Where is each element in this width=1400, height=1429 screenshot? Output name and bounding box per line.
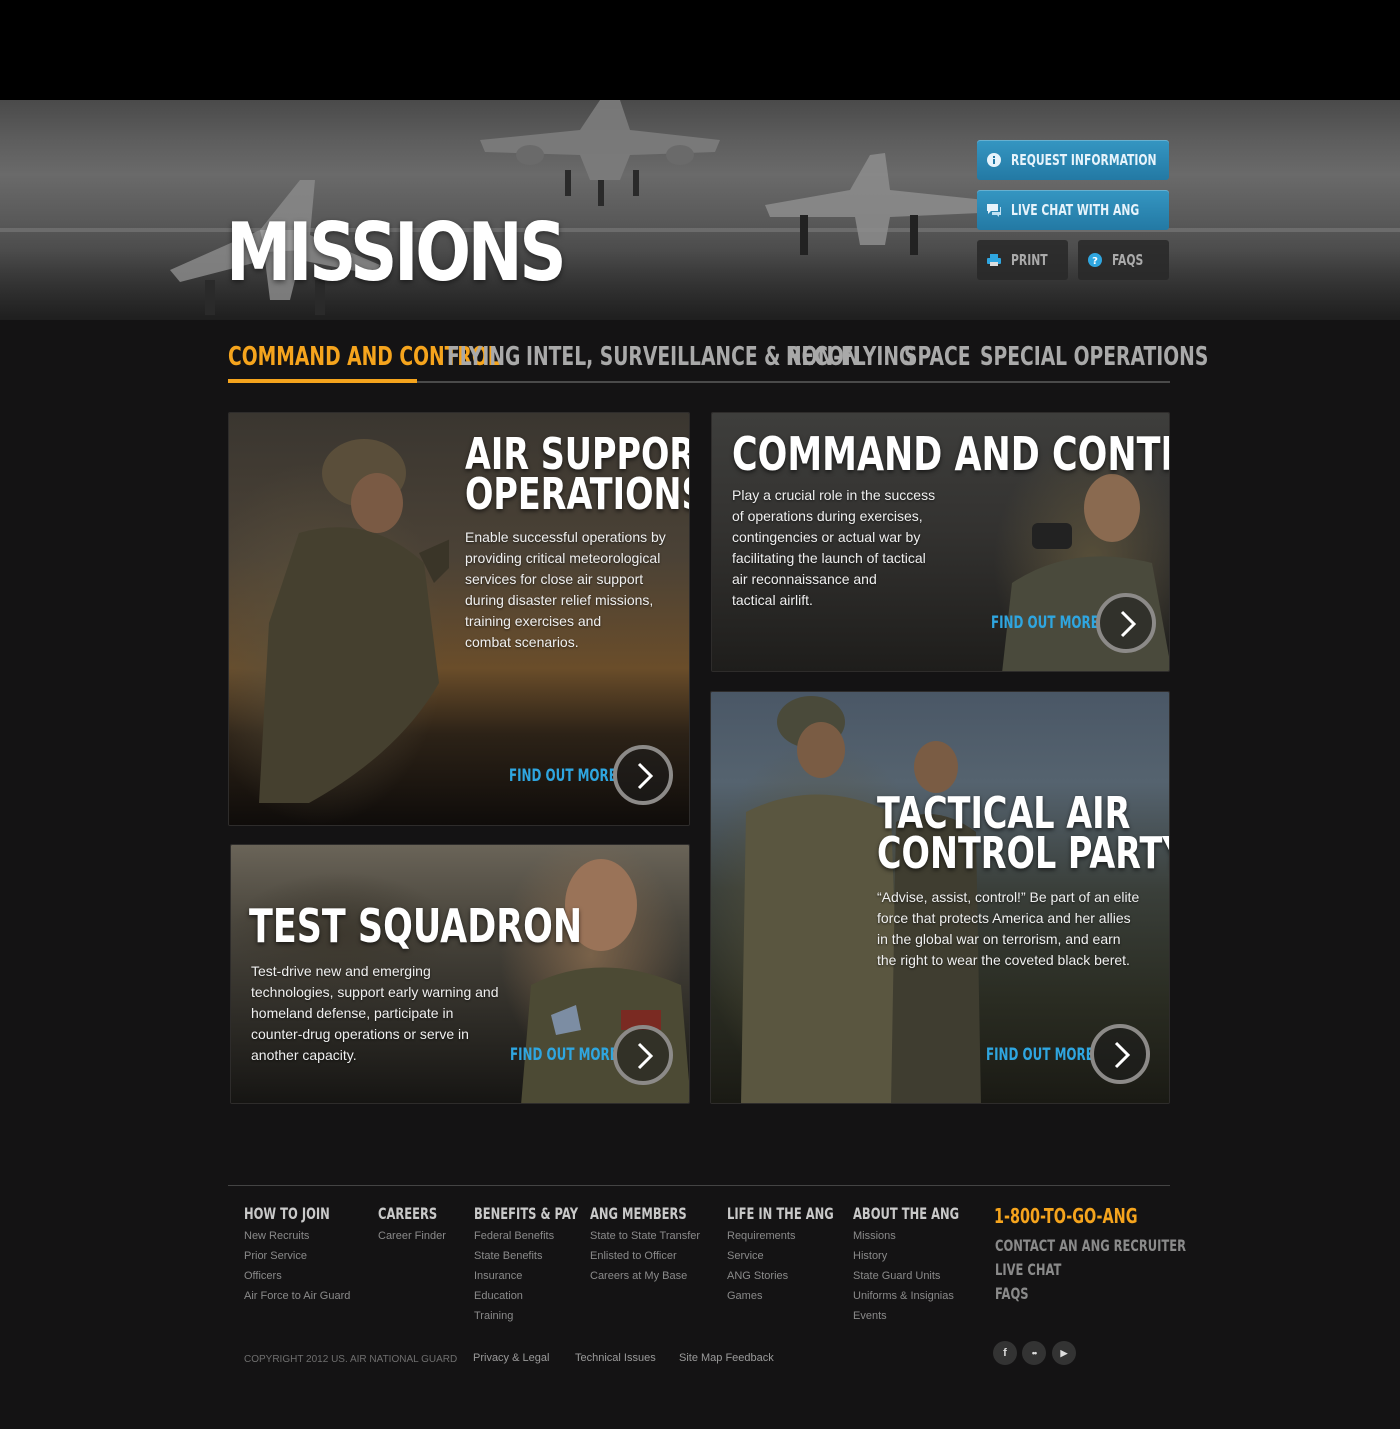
active-tab-indicator: [228, 379, 417, 383]
find-out-more-link[interactable]: FIND OUT MORE: [991, 613, 1099, 633]
footer-heading[interactable]: ABOUT THE ANG: [853, 1204, 959, 1226]
footer-heading[interactable]: HOW TO JOIN: [244, 1204, 330, 1226]
footer-link[interactable]: Prior Service: [244, 1246, 363, 1266]
card-description: Play a crucial role in the success of op…: [732, 487, 936, 608]
chevron-right-icon: [1120, 610, 1137, 638]
footer-link[interactable]: Missions: [853, 1226, 1000, 1246]
facebook-icon[interactable]: f: [993, 1341, 1017, 1365]
footer-heading[interactable]: ANG MEMBERS: [590, 1204, 687, 1226]
tab-non-flying[interactable]: NON-FLYING: [786, 342, 914, 372]
next-arrow-button[interactable]: [1096, 593, 1156, 653]
footer: HOW TO JOIN New Recruits Prior Service O…: [228, 1185, 1186, 1365]
faqs-link[interactable]: FAQS: [995, 1284, 1029, 1303]
card-description: Enable successful operations by providin…: [465, 529, 666, 650]
fighter-jet-image-right: [765, 153, 985, 255]
footer-col-how-to-join: HOW TO JOIN New Recruits Prior Service O…: [244, 1204, 363, 1306]
footer-link[interactable]: History: [853, 1246, 1000, 1266]
hero-banner: MISSIONS REQUEST INFORMATION LIVE CHAT W…: [0, 100, 1400, 320]
request-information-button[interactable]: REQUEST INFORMATION: [977, 140, 1169, 180]
footer-link[interactable]: Events: [853, 1306, 1000, 1326]
footer-link[interactable]: Education: [474, 1286, 619, 1306]
faqs-button[interactable]: ? FAQS: [1078, 240, 1169, 280]
chevron-right-icon: [637, 1042, 654, 1070]
flickr-icon[interactable]: ••: [1022, 1341, 1046, 1365]
card-title-line2: OPERATIONS: [465, 469, 690, 520]
card-tactical-air-control-party: TACTICAL AIR CONTROL PARTY “Advise, assi…: [710, 691, 1170, 1104]
next-arrow-button[interactable]: [613, 745, 673, 805]
print-button[interactable]: PRINT: [977, 240, 1068, 280]
chat-bubble-icon: [987, 204, 1001, 217]
next-arrow-button[interactable]: [613, 1025, 673, 1085]
live-chat-link[interactable]: LIVE CHAT: [995, 1260, 1061, 1279]
site-map-feedback-link[interactable]: Site Map Feedback: [679, 1352, 774, 1364]
question-icon: ?: [1088, 253, 1102, 267]
find-out-more-link[interactable]: FIND OUT MORE: [510, 1045, 618, 1065]
footer-heading[interactable]: BENEFITS & PAY: [474, 1204, 578, 1226]
privacy-legal-link[interactable]: Privacy & Legal: [473, 1352, 549, 1364]
youtube-icon[interactable]: ▶: [1052, 1341, 1076, 1365]
footer-link[interactable]: Air Force to Air Guard: [244, 1286, 363, 1306]
info-icon: [987, 153, 1001, 167]
footer-col-careers: CAREERS Career Finder: [378, 1204, 460, 1246]
card-air-support-operations: AIR SUPPORT OPERATIONS Enable successful…: [228, 412, 690, 826]
footer-link[interactable]: State Guard Units: [853, 1266, 1000, 1286]
footer-col-about-the-ang: ABOUT THE ANG Missions History State Gua…: [853, 1204, 1000, 1326]
contact-recruiter-link[interactable]: CONTACT AN ANG RECRUITER: [995, 1236, 1186, 1255]
card-title-line2: CONTROL PARTY: [877, 828, 1170, 879]
fighter-jet-image-center: [480, 100, 720, 206]
svg-text:?: ?: [1092, 256, 1098, 267]
footer-link[interactable]: State to State Transfer: [590, 1226, 724, 1246]
next-arrow-button[interactable]: [1090, 1024, 1150, 1084]
tab-flying[interactable]: FLYING: [447, 342, 520, 372]
mission-tabs: COMMAND AND CONTROL FLYING INTEL, SURVEI…: [228, 340, 1208, 383]
phone-number[interactable]: 1-800-TO-GO-ANG: [994, 1204, 1138, 1228]
card-description: Test-drive new and emerging technologies…: [251, 963, 499, 1063]
chevron-right-icon: [637, 762, 654, 790]
footer-link[interactable]: Uniforms & Insignias: [853, 1286, 1000, 1306]
card-test-squadron: TEST SQUADRON Test-drive new and emergin…: [230, 844, 690, 1104]
card-description: “Advise, assist, control!” Be part of an…: [877, 889, 1140, 968]
find-out-more-link[interactable]: FIND OUT MORE: [509, 766, 617, 786]
tab-special-operations[interactable]: SPECIAL OPERATIONS: [980, 342, 1208, 372]
live-chat-button[interactable]: LIVE CHAT WITH ANG: [977, 190, 1169, 230]
footer-heading[interactable]: LIFE IN THE ANG: [727, 1204, 834, 1226]
footer-link[interactable]: Officers: [244, 1266, 363, 1286]
page-title: MISSIONS: [226, 206, 567, 299]
footer-col-ang-members: ANG MEMBERS State to State Transfer Enli…: [590, 1204, 724, 1286]
footer-link[interactable]: Careers at My Base: [590, 1266, 724, 1286]
footer-link[interactable]: Career Finder: [378, 1226, 460, 1246]
card-command-and-control: COMMAND AND CONTROL Play a crucial role …: [711, 412, 1170, 672]
soldier-silhouette: [259, 439, 449, 803]
technical-issues-link[interactable]: Technical Issues: [575, 1352, 656, 1364]
card-title: TEST SQUADRON: [249, 899, 583, 953]
footer-link[interactable]: New Recruits: [244, 1226, 363, 1246]
footer-link[interactable]: Enlisted to Officer: [590, 1246, 724, 1266]
footer-heading[interactable]: CAREERS: [378, 1204, 437, 1226]
footer-link[interactable]: Training: [474, 1306, 619, 1326]
printer-icon: [987, 254, 1001, 266]
card-title: COMMAND AND CONTROL: [732, 427, 1169, 481]
top-black-bar: [0, 0, 1400, 100]
copyright-text: COPYRIGHT 2012 US. AIR NATIONAL GUARD: [244, 1354, 458, 1365]
tab-space[interactable]: SPACE: [904, 342, 970, 372]
chevron-right-icon: [1114, 1041, 1131, 1069]
find-out-more-link[interactable]: FIND OUT MORE: [986, 1045, 1094, 1065]
